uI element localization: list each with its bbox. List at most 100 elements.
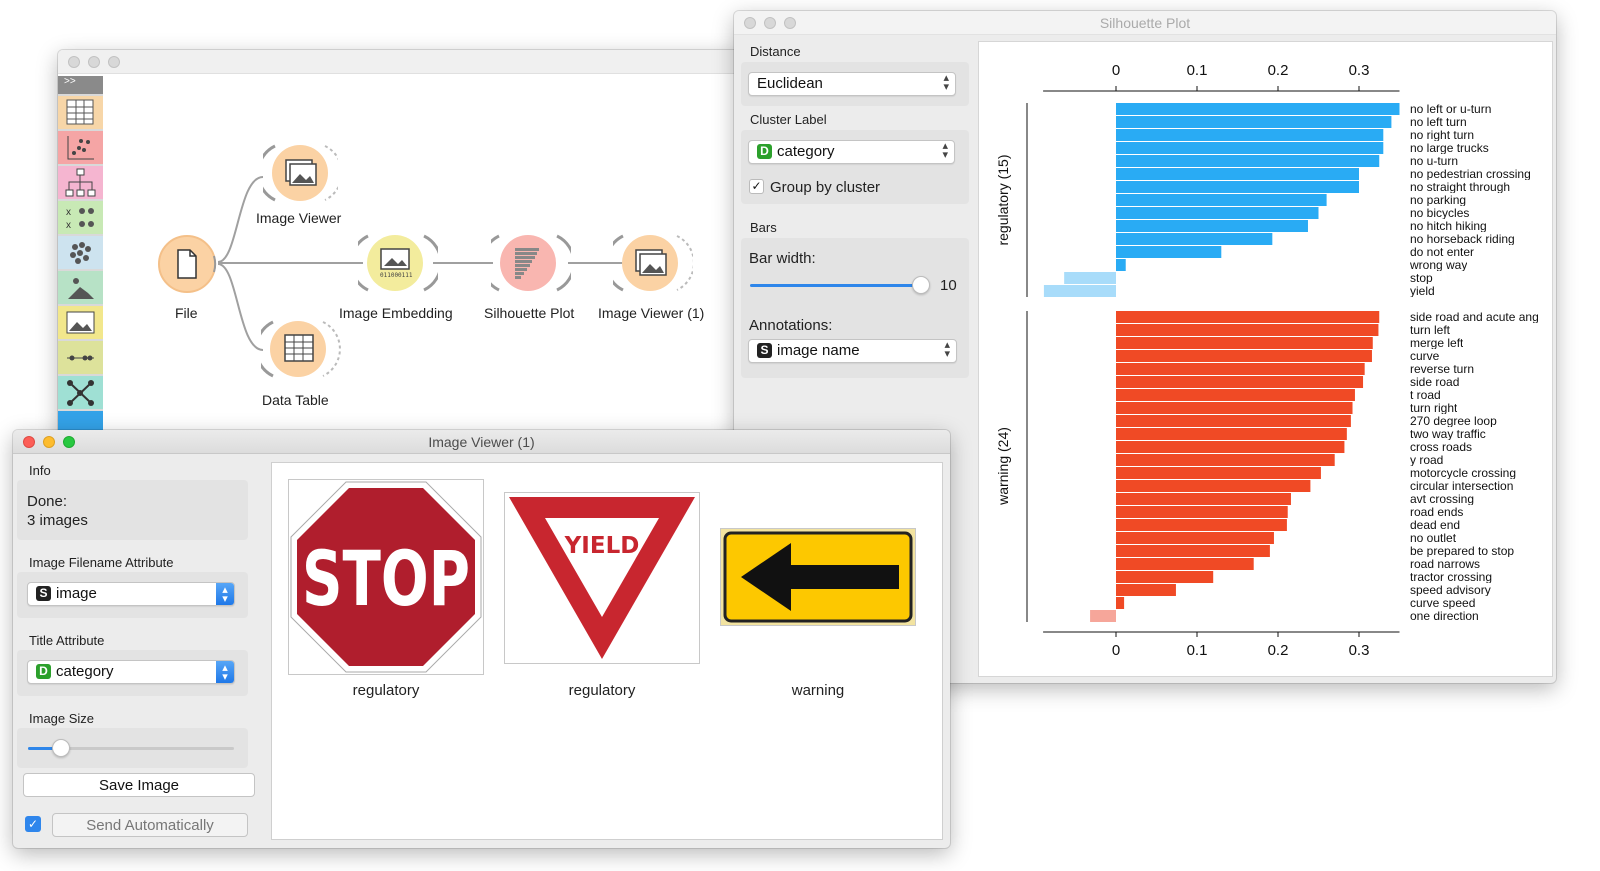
yield-sign-image: YIELD [509, 497, 695, 659]
string-variable-icon: S [36, 586, 51, 601]
silhouette-bar [1116, 311, 1380, 323]
bar-annotation: tractor crossing [1410, 571, 1493, 583]
yield-sign-text: YIELD [564, 533, 640, 559]
silhouette-bar [1116, 233, 1273, 245]
silhouette-bar [1116, 454, 1335, 466]
bar-annotation: curve [1410, 350, 1440, 362]
bar-annotation: motorcycle crossing [1410, 467, 1517, 479]
silhouette-bar [1090, 610, 1116, 622]
bar-annotation: do not enter [1410, 246, 1475, 258]
save-image-button[interactable]: Save Image [23, 773, 255, 797]
image-caption-warning: warning [791, 682, 845, 699]
bar-annotation: no large trucks [1410, 142, 1489, 154]
stop-sign-text: STOP [302, 534, 470, 623]
top-tick-label: 0.1 [1186, 62, 1208, 79]
image-size-label: Image Size [29, 711, 95, 726]
image-card-warning[interactable] [720, 528, 916, 626]
image-caption-stop: regulatory [352, 682, 420, 699]
top-tick-label: 0.3 [1348, 62, 1370, 79]
bar-annotation: no hitch hiking [1410, 220, 1487, 232]
bar-annotation: turn right [1410, 402, 1458, 414]
send-automatically-checkbox[interactable]: ✓ [25, 816, 41, 832]
silhouette-bar [1116, 194, 1327, 206]
silhouette-bar [1116, 259, 1126, 271]
bar-annotation: 270 degree loop [1410, 415, 1497, 427]
bar-annotation: y road [1410, 454, 1444, 466]
image-size-slider-handle[interactable] [51, 739, 70, 757]
silhouette-bar [1116, 116, 1392, 128]
bar-annotation: no parking [1410, 194, 1467, 206]
silhouette-bar [1116, 181, 1359, 193]
bar-annotation: no horseback riding [1410, 233, 1515, 245]
silhouette-bar [1116, 337, 1373, 349]
bar-annotation: yield [1410, 285, 1435, 297]
silhouette-bar [1116, 246, 1222, 258]
image-viewer-titlebar: Image Viewer (1) [13, 430, 950, 454]
bar-annotation: speed advisory [1410, 584, 1491, 596]
silhouette-bar [1116, 506, 1288, 518]
bar-annotation: no left turn [1410, 116, 1467, 128]
bar-annotation: t road [1410, 389, 1441, 401]
silhouette-bar [1116, 324, 1379, 336]
filename-attr-value: image [56, 585, 97, 602]
info-label: Info [29, 463, 51, 478]
silhouette-bar [1116, 584, 1176, 596]
silhouette-bar [1116, 532, 1274, 544]
silhouette-bar [1116, 155, 1380, 167]
silhouette-bar [1116, 389, 1355, 401]
image-viewer-window-title: Image Viewer (1) [428, 434, 535, 450]
title-attr-select[interactable]: Dcategory ▴ ▾ [27, 660, 235, 684]
silhouette-bar [1116, 363, 1365, 375]
title-attr-label: Title Attribute [29, 633, 105, 648]
silhouette-bar [1116, 480, 1311, 492]
bar-annotation: turn left [1410, 324, 1451, 336]
silhouette-bar [1116, 519, 1287, 531]
bar-annotation: no bicycles [1410, 207, 1470, 219]
silhouette-bar [1116, 428, 1347, 440]
bar-annotation: reverse turn [1410, 363, 1475, 375]
bar-annotation: no left or u-turn [1410, 103, 1492, 115]
bar-annotation: side road [1410, 376, 1460, 388]
bar-annotation: merge left [1410, 337, 1464, 349]
bar-annotation: one direction [1410, 610, 1479, 622]
silhouette-bar [1116, 415, 1351, 427]
bar-annotation: be prepared to stop [1410, 545, 1515, 557]
image-card-stop[interactable]: STOP [288, 479, 484, 675]
silhouette-bar [1116, 597, 1125, 609]
bottom-tick-label: 0.2 [1267, 642, 1289, 659]
silhouette-bar [1116, 207, 1319, 219]
bar-annotation: road narrows [1410, 558, 1481, 570]
select-arrows-icon: ▴ ▾ [216, 661, 234, 683]
bar-annotation: no straight through [1410, 181, 1511, 193]
send-automatically-button[interactable]: Send Automatically [52, 813, 248, 837]
silhouette-bar [1116, 103, 1400, 115]
filename-attr-select[interactable]: Simage ▴ ▾ [27, 582, 235, 606]
bar-annotation: curve speed [1410, 597, 1476, 609]
silhouette-bar [1043, 285, 1116, 297]
stop-sign-image: STOP [290, 481, 482, 673]
bar-annotation: side road and acute ang [1410, 311, 1539, 323]
silhouette-bar [1116, 168, 1359, 180]
image-card-yield[interactable]: YIELD [504, 492, 700, 664]
info-count: 3 images [27, 512, 88, 529]
silhouette-bar [1116, 558, 1254, 570]
bottom-tick-label: 0.3 [1348, 642, 1370, 659]
bar-annotation: no right turn [1410, 129, 1475, 141]
info-done: Done: [27, 493, 68, 510]
silhouette-bar [1116, 441, 1345, 453]
bar-annotation: stop [1410, 272, 1433, 284]
top-tick-label: 0 [1111, 62, 1121, 79]
cluster-label: warning (24) [995, 427, 1011, 505]
select-arrows-icon: ▴ ▾ [216, 583, 234, 605]
info-box [17, 480, 248, 540]
bar-annotation: wrong way [1410, 259, 1468, 271]
warning-arrow-sign-image [723, 531, 913, 623]
image-caption-yield: regulatory [568, 682, 636, 699]
silhouette-bar [1116, 220, 1308, 232]
discrete-variable-icon: D [36, 664, 51, 679]
bottom-tick-label: 0 [1111, 642, 1121, 659]
silhouette-bar [1116, 493, 1291, 505]
bottom-tick-label: 0.1 [1186, 642, 1208, 659]
bar-annotation: two way traffic [1410, 428, 1486, 440]
top-tick-label: 0.2 [1267, 62, 1289, 79]
